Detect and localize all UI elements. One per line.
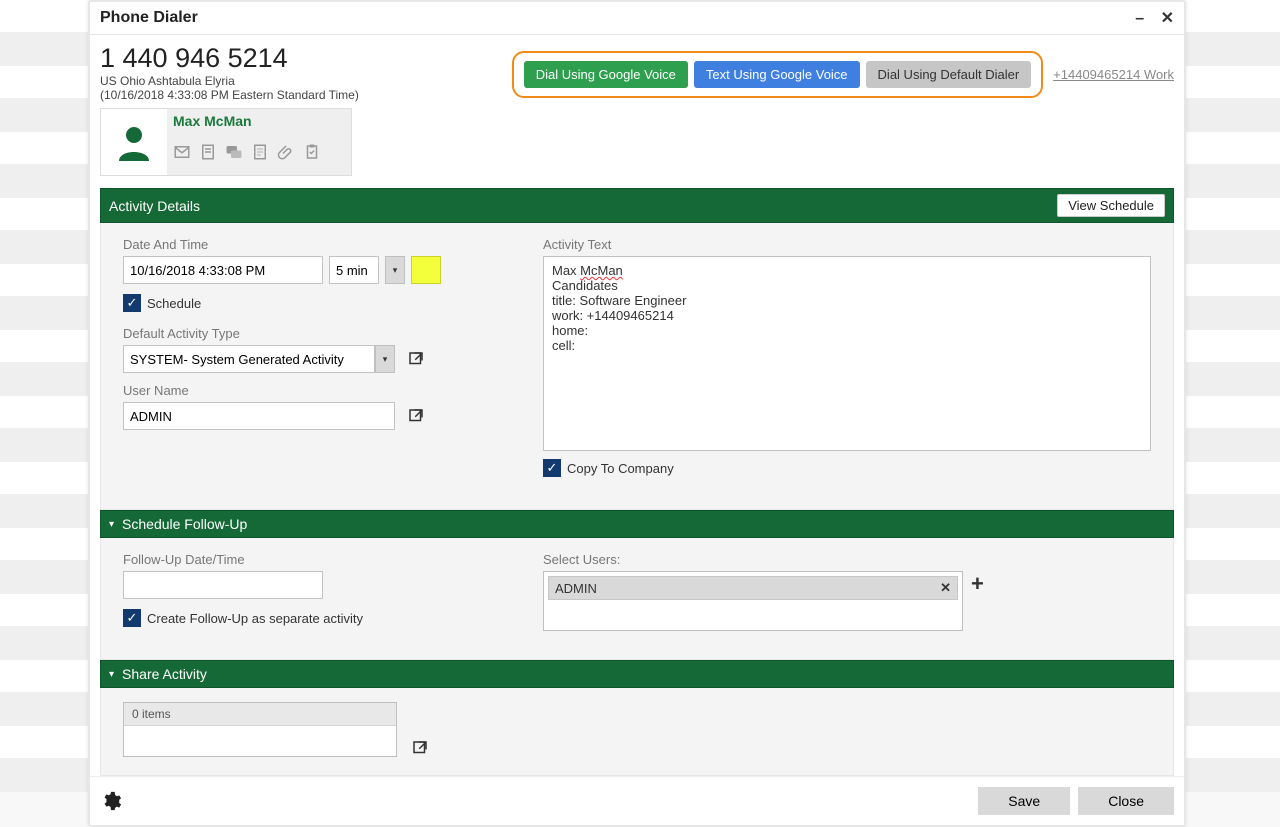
avatar (101, 109, 167, 175)
activity-text-label: Activity Text (543, 237, 1151, 252)
settings-gear-icon[interactable] (100, 790, 122, 812)
duration-input[interactable] (329, 256, 379, 284)
copy-company-checkbox[interactable]: ✓ (543, 459, 561, 477)
clipboard-icon[interactable] (303, 143, 321, 166)
schedule-label: Schedule (147, 296, 201, 311)
followup-date-label: Follow-Up Date/Time (123, 552, 523, 567)
minimize-icon[interactable]: – (1135, 10, 1144, 27)
activity-type-input[interactable] (123, 345, 375, 373)
contact-card: Max McMan (100, 108, 352, 176)
user-name-label: User Name (123, 383, 523, 398)
attachment-icon[interactable] (277, 143, 295, 166)
person-icon (113, 121, 155, 163)
phone-timestamp: (10/16/2018 4:33:08 PM Eastern Standard … (100, 88, 359, 102)
followup-title: Schedule Follow-Up (109, 516, 247, 532)
activity-details-title: Activity Details (109, 198, 200, 214)
dialog-title: Phone Dialer (100, 9, 198, 27)
text-google-voice-button[interactable]: Text Using Google Voice (694, 61, 860, 88)
share-header[interactable]: Share Activity (100, 660, 1174, 688)
email-icon[interactable] (173, 143, 191, 166)
close-icon[interactable]: ✕ (1161, 10, 1174, 27)
close-button[interactable]: Close (1078, 787, 1174, 815)
activity-text-area[interactable]: Max McMan Candidates title: Software Eng… (543, 256, 1151, 451)
note-icon[interactable] (199, 143, 217, 166)
phone-dialer-dialog: Phone Dialer – ✕ 1 440 946 5214 US Ohio … (88, 0, 1186, 827)
date-time-input[interactable] (123, 256, 323, 284)
user-name-popout-icon[interactable] (407, 407, 425, 425)
followup-header[interactable]: Schedule Follow-Up (100, 510, 1174, 538)
date-time-label: Date And Time (123, 237, 523, 252)
schedule-checkbox[interactable]: ✓ (123, 294, 141, 312)
followup-date-input[interactable] (123, 571, 323, 599)
select-users-box[interactable]: ADMIN ✕ (543, 571, 963, 631)
contact-name[interactable]: Max McMan (173, 113, 345, 129)
followup-separate-checkbox[interactable]: ✓ (123, 609, 141, 627)
add-user-icon[interactable]: + (971, 571, 984, 597)
user-chip-label: ADMIN (555, 581, 597, 596)
phone-location: US Ohio Ashtabula Elyria (100, 74, 359, 88)
duration-dropdown-button[interactable]: ▾ (385, 256, 405, 284)
activity-details-header: Activity Details View Schedule (100, 188, 1174, 223)
dial-options-highlight: Dial Using Google Voice Text Using Googl… (512, 51, 1043, 98)
phone-work-link[interactable]: +14409465214 Work (1053, 67, 1174, 82)
activity-type-dropdown-button[interactable]: ▾ (375, 345, 395, 373)
user-chip: ADMIN ✕ (548, 576, 958, 600)
dial-google-voice-button[interactable]: Dial Using Google Voice (524, 61, 688, 88)
document-icon[interactable] (251, 143, 269, 166)
phone-number: 1 440 946 5214 (100, 43, 359, 74)
view-schedule-button[interactable]: View Schedule (1057, 194, 1165, 217)
share-list[interactable]: 0 items (123, 702, 397, 757)
dialog-titlebar: Phone Dialer – ✕ (90, 2, 1184, 35)
followup-separate-label: Create Follow-Up as separate activity (147, 611, 363, 626)
share-title: Share Activity (109, 666, 207, 682)
select-users-label: Select Users: (543, 552, 1151, 567)
share-items-count: 0 items (124, 703, 396, 726)
activity-type-label: Default Activity Type (123, 326, 523, 341)
user-name-input[interactable] (123, 402, 395, 430)
copy-company-label: Copy To Company (567, 461, 674, 476)
dial-default-button[interactable]: Dial Using Default Dialer (866, 61, 1032, 88)
color-swatch[interactable] (411, 256, 441, 284)
activity-type-popout-icon[interactable] (407, 350, 425, 368)
share-popout-icon[interactable] (411, 739, 429, 757)
chat-icon[interactable] (225, 143, 243, 166)
user-chip-remove-icon[interactable]: ✕ (940, 580, 951, 596)
save-button[interactable]: Save (978, 787, 1070, 815)
